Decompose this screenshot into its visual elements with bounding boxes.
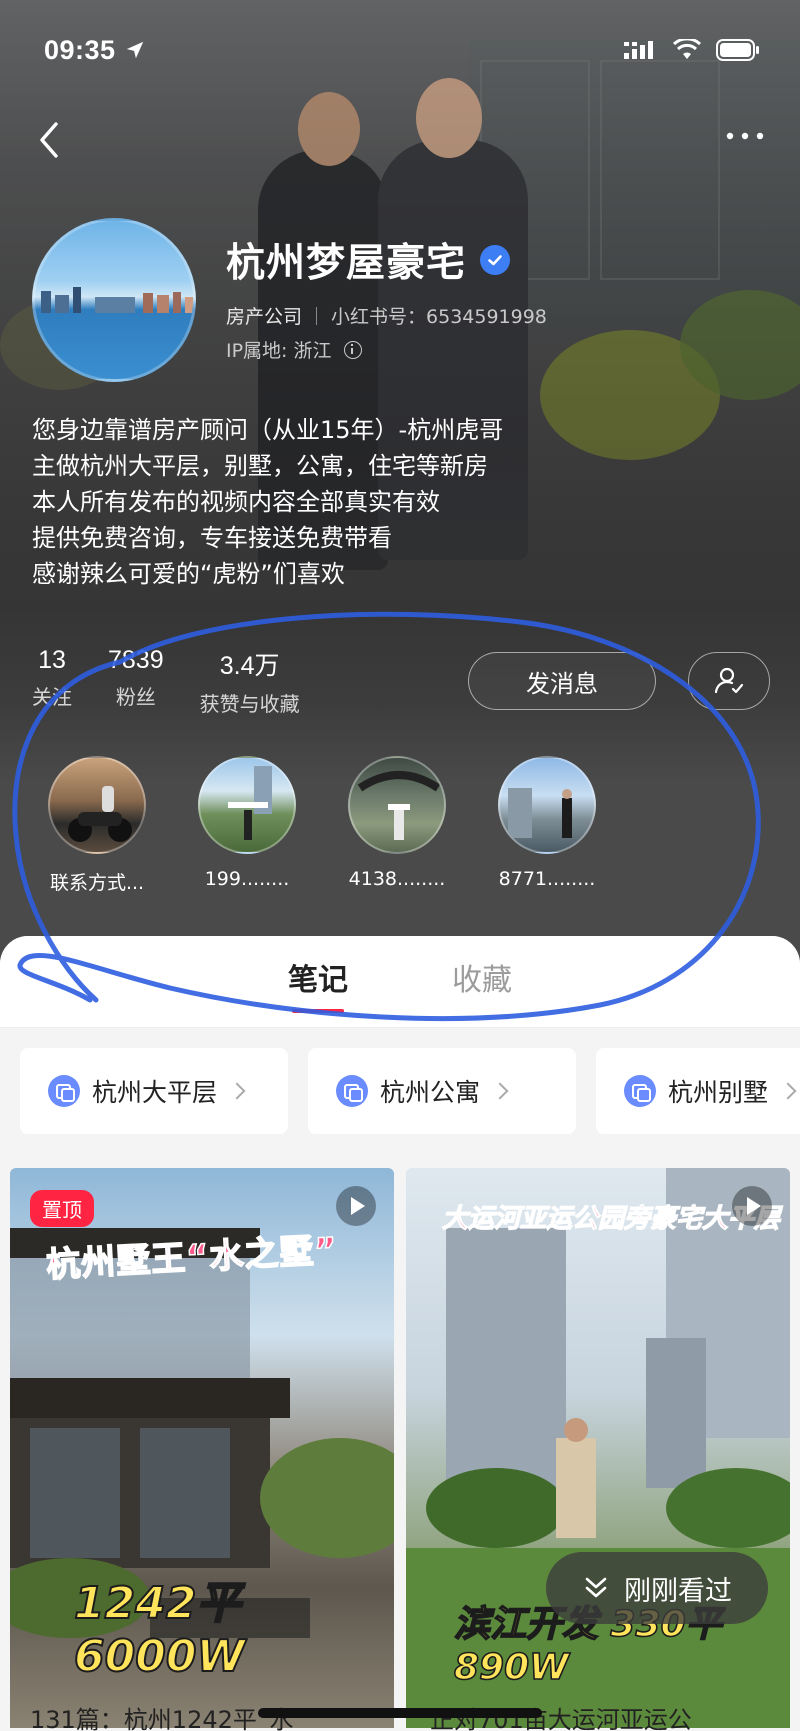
location-arrow-icon — [126, 41, 143, 59]
highlight-thumbnail — [198, 756, 296, 854]
note-overlay-price: 1242平6000W — [73, 1577, 246, 1683]
stat-followers[interactable]: 7839 粉丝 — [108, 646, 164, 717]
profile-name: 杭州梦屋豪宅 — [226, 232, 511, 288]
collection-chip[interactable]: 杭州大平层 — [20, 1048, 288, 1134]
stat-following[interactable]: 13 关注 — [32, 646, 72, 717]
video-play-icon — [732, 1186, 772, 1226]
profile-name-text: 杭州梦屋豪宅 — [226, 241, 467, 286]
profile-meta: 房产公司 小红书号：6534591998 — [226, 302, 547, 329]
meta-divider — [316, 306, 318, 325]
bio-line: 您身边靠谱房产顾问（从业15年）-杭州虎哥 — [32, 416, 504, 444]
more-options-icon[interactable] — [724, 126, 766, 146]
profile-stats: 13 关注 7839 粉丝 3.4万 获赞与收藏 — [32, 646, 336, 717]
back-arrow-icon[interactable] — [34, 118, 64, 162]
notes-grid: 置顶 杭州墅王“水之墅” 1242平6000W 大运河亚运公园旁豪宅大平层 滨江… — [10, 1168, 790, 1728]
info-icon[interactable] — [343, 340, 362, 359]
tab-collections[interactable]: 收藏 — [452, 955, 512, 1009]
collection-label: 杭州别墅 — [668, 1078, 769, 1107]
red-id[interactable]: 小红书号：6534591998 — [331, 302, 547, 329]
stat-label: 粉丝 — [115, 685, 156, 709]
profile-category: 房产公司 — [226, 306, 303, 328]
stat-label: 获赞与收藏 — [199, 692, 300, 716]
avatar-skyline-image — [41, 287, 193, 313]
note-card[interactable]: 置顶 杭州墅王“水之墅” 1242平6000W — [10, 1168, 394, 1728]
stat-number: 7839 — [108, 646, 164, 674]
status-bar: 09:35 — [44, 30, 760, 70]
home-indicator — [258, 1708, 542, 1718]
collection-label: 杭州大平层 — [92, 1078, 218, 1107]
status-time: 09:35 — [44, 34, 116, 65]
highlight-label: 4138........ — [348, 868, 446, 890]
collection-chip[interactable]: 杭州别墅 — [596, 1048, 800, 1134]
follow-status-button[interactable] — [688, 652, 770, 710]
stat-label: 关注 — [32, 685, 72, 709]
highlight-thumbnail — [48, 756, 146, 854]
highlight-label: 199........ — [204, 868, 290, 890]
bio-line: 提供免费咨询，专车接送免费带看 — [32, 524, 392, 552]
bio-line: 本人所有发布的视频内容全部真实有效 — [32, 488, 440, 516]
collection-chip[interactable]: 杭州公寓 — [308, 1048, 576, 1134]
send-message-button[interactable]: 发消息 — [468, 652, 656, 710]
highlight-item[interactable]: 8771........ — [472, 756, 622, 895]
ip-location-row: IP属地: 浙江 — [226, 336, 362, 363]
bio-line: 主做杭州大平层，别墅，公寓，住宅等新房 — [32, 452, 488, 480]
tab-notes[interactable]: 笔记 — [288, 955, 348, 1013]
stat-likes-collects[interactable]: 3.4万 获赞与收藏 — [200, 646, 300, 717]
recently-viewed-button[interactable]: 刚刚看过 — [546, 1552, 768, 1624]
content-tabs: 笔记 收藏 — [0, 936, 800, 1028]
collection-chips: 杭州大平层 杭州公寓 杭州别墅 — [20, 1048, 800, 1134]
chevron-right-icon — [228, 1082, 246, 1100]
chevron-right-icon — [491, 1082, 509, 1100]
highlight-item[interactable]: 联系方式... — [22, 756, 172, 895]
double-chevron-down-icon — [585, 1577, 607, 1598]
collection-icon — [624, 1075, 656, 1107]
highlight-item[interactable]: 199........ — [172, 756, 322, 895]
ip-location: IP属地: 浙江 — [226, 340, 332, 362]
profile-avatar[interactable] — [32, 218, 196, 382]
user-check-icon — [714, 667, 744, 694]
highlight-label: 联系方式... — [49, 872, 145, 894]
video-play-icon — [336, 1186, 376, 1226]
verified-badge-icon — [480, 245, 511, 275]
note-card[interactable]: 大运河亚运公园旁豪宅大平层 滨江开发 330平890W — [406, 1168, 790, 1728]
profile-header: 09:35 杭州梦屋豪宅 房产公司 小红书号：6534591998 IP属地: … — [0, 0, 800, 980]
highlight-thumbnail — [348, 756, 446, 854]
collection-icon — [336, 1075, 368, 1107]
highlight-label: 8771........ — [498, 868, 596, 890]
collection-label: 杭州公寓 — [380, 1078, 481, 1107]
stat-number: 3.4万 — [219, 652, 280, 680]
status-indicators — [624, 38, 760, 62]
bio-line: 感谢辣么可爱的“虎粉”们喜欢 — [32, 560, 345, 588]
note-overlay-title: 大运河亚运公园旁豪宅大平层 — [441, 1203, 781, 1234]
highlight-item[interactable]: 4138........ — [322, 756, 472, 895]
collection-icon — [48, 1075, 80, 1107]
stat-number: 13 — [38, 646, 66, 674]
chevron-right-icon — [779, 1082, 797, 1100]
battery-icon — [716, 39, 759, 61]
highlight-thumbnail — [498, 756, 596, 854]
highlights-row: 联系方式... 199........ 4138........ 8771...… — [22, 756, 622, 895]
pinned-badge: 置顶 — [30, 1190, 94, 1227]
profile-bio: 您身边靠谱房产顾问（从业15年）-杭州虎哥 主做杭州大平层，别墅，公寓，住宅等新… — [32, 412, 503, 592]
recently-viewed-label: 刚刚看过 — [624, 1575, 732, 1607]
wifi-icon — [672, 39, 702, 59]
cellular-signal-icon — [624, 41, 653, 59]
